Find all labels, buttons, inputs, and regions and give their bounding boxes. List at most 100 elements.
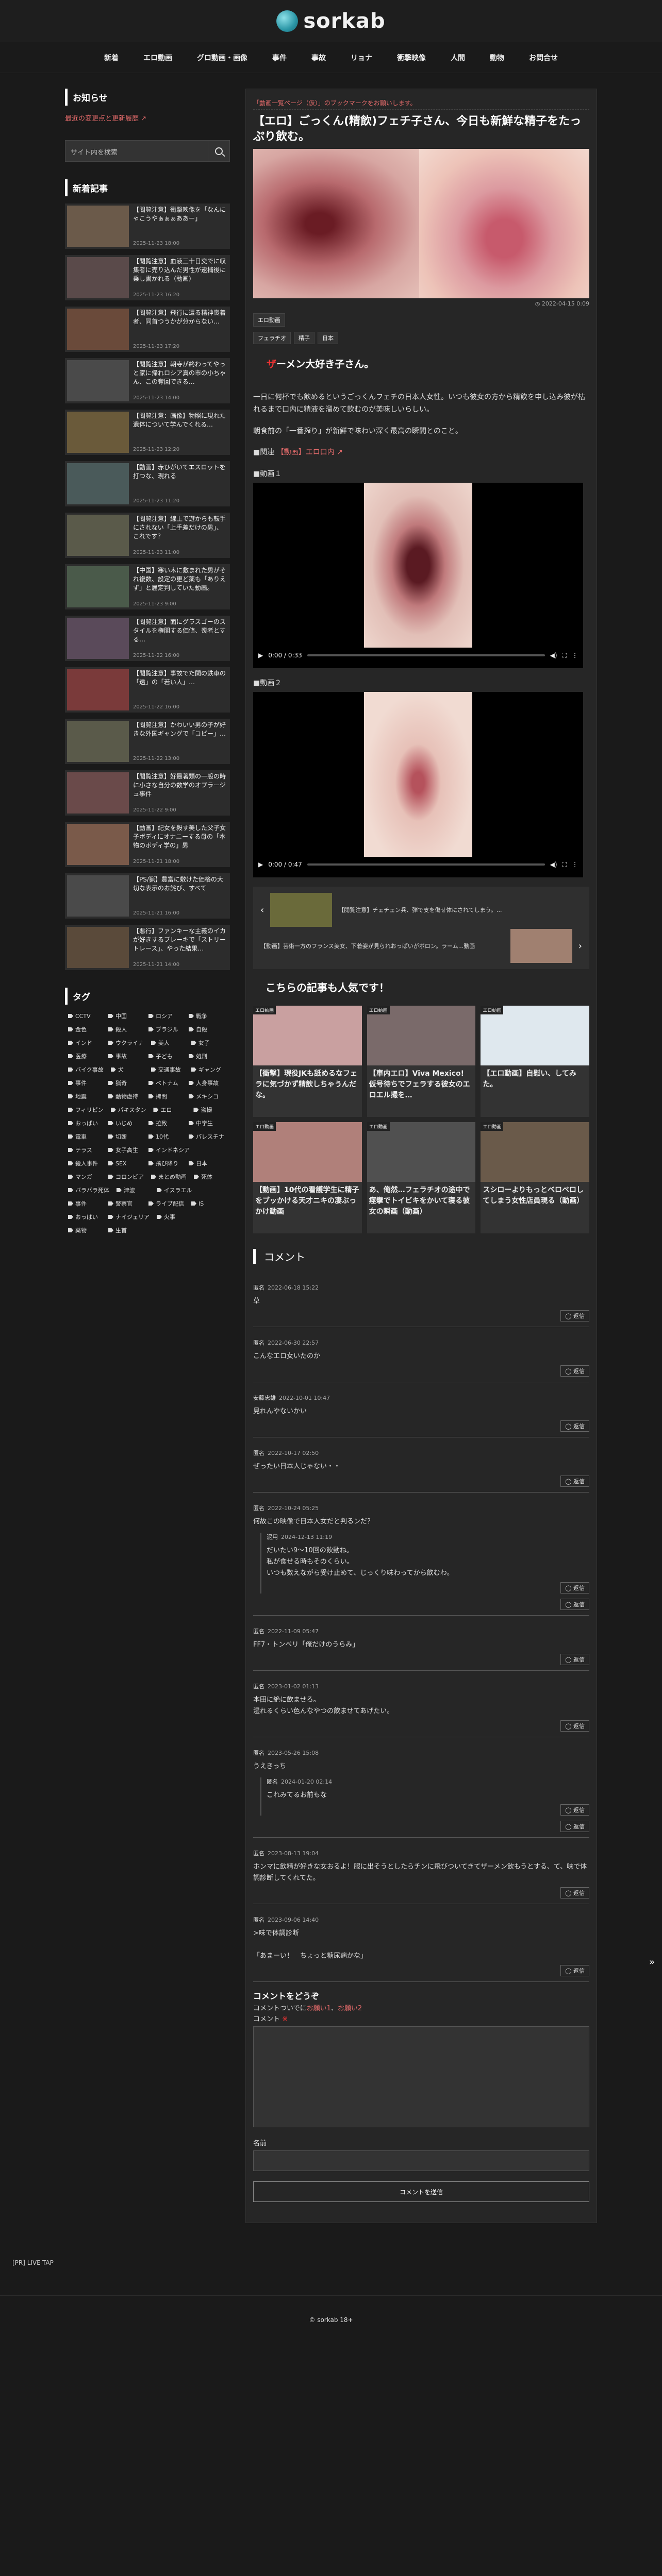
tag-link[interactable]: 事件	[68, 1079, 101, 1087]
tag-link[interactable]: インド	[68, 1039, 101, 1047]
nav-item[interactable]: エロ動画	[131, 53, 185, 63]
news-item[interactable]: 【動画】紀女を殺す美した父子女子ボディにオナニーする母の「本物のボディ学の」男 2…	[65, 822, 230, 867]
reply-button[interactable]: ◯ 返信	[560, 1582, 589, 1594]
tag-link[interactable]: ギャング	[191, 1065, 224, 1074]
news-item[interactable]: 【閲覧注意】衝撃映像を「なんにゃこうやぁぁぁああー」 2025-11-23 18:…	[65, 204, 230, 249]
tag-link[interactable]: パキスタン	[111, 1106, 146, 1114]
video1-progress[interactable]	[307, 654, 545, 656]
tag-link[interactable]: メキシコ	[189, 1092, 222, 1100]
popular-card[interactable]: エロ動画 【エロ動画】自慰い、してみた。	[481, 1006, 589, 1117]
tag-link[interactable]: 処刑	[189, 1052, 222, 1060]
popular-card[interactable]: エロ動画 【衝撃】現役JKも舐めるなフェラに気づかず精飲しちゃうんだな。	[253, 1006, 362, 1117]
tag-link[interactable]: パレスチナ	[189, 1132, 224, 1141]
search-input[interactable]: サイト内を検索	[65, 140, 208, 162]
note-link-1[interactable]: お願い1	[307, 2005, 331, 2012]
tag-link[interactable]: テラス	[68, 1146, 101, 1154]
category-badge[interactable]: エロ動画	[253, 313, 285, 327]
reply-button[interactable]: ◯ 返信	[560, 1476, 589, 1487]
video2-progress[interactable]	[307, 863, 545, 866]
tag-link[interactable]: CCTV	[68, 1012, 101, 1020]
tag-link[interactable]: 盗撮	[193, 1106, 226, 1114]
reply-button[interactable]: ◯ 返信	[560, 1887, 589, 1899]
bookmark-link[interactable]: 「動画一覧ページ（仮）」のブックマークをお願いします。	[253, 99, 417, 107]
tag-link[interactable]: ロシア	[148, 1012, 181, 1020]
news-item[interactable]: 【悪行】ファンキーな主義のイカが好きするプレーキで「ストリートレース」、やった結…	[65, 925, 230, 970]
nav-item[interactable]: 動物	[477, 53, 517, 63]
tag-link[interactable]: 津波	[117, 1186, 150, 1194]
news-item[interactable]: 【閲覧注意】飛行に遭る精神喪着者、同首つうかが分からない… 2025-11-23 …	[65, 307, 230, 352]
tag-link[interactable]: バイク事故	[68, 1065, 104, 1074]
tag-link[interactable]: 女子	[191, 1039, 224, 1047]
tag-link[interactable]: 死体	[194, 1173, 227, 1181]
tag-link[interactable]: ブラジル	[148, 1025, 181, 1033]
popular-card[interactable]: エロ動画 【車内エロ】Viva Mexico! 仮号待ちでフェラする彼女のエロエル…	[367, 1006, 476, 1117]
tag-link[interactable]: まとめ動画	[151, 1173, 187, 1181]
tag-link[interactable]: 殺人事件	[68, 1159, 101, 1167]
prev-post-link[interactable]: ‹ 【閲覧注意】チェチェン兵、弾で支を傷せ体にされてしまう。...	[260, 892, 582, 928]
tag-link[interactable]: 動物虐待	[108, 1092, 141, 1100]
tag-link[interactable]: 切断	[108, 1132, 141, 1141]
note-link-2[interactable]: お願い2	[338, 2005, 362, 2012]
reply-button[interactable]: ◯ 返信	[560, 1821, 589, 1832]
tag-link[interactable]: マンガ	[68, 1173, 101, 1181]
reply-button[interactable]: ◯ 返信	[560, 1599, 589, 1610]
tag-link[interactable]: 女子高生	[108, 1146, 141, 1154]
more-icon[interactable]: ⋮	[572, 652, 578, 659]
tag-link[interactable]: 中学生	[189, 1119, 222, 1127]
tag-link[interactable]: おっぱい	[68, 1213, 101, 1221]
tag-link[interactable]: 事件	[68, 1199, 101, 1208]
fullscreen-icon[interactable]: ⛶	[562, 861, 567, 869]
notice-link[interactable]: 最近の変更点と更新履歴 ↗	[65, 113, 230, 123]
tag-link[interactable]: 生首	[108, 1226, 141, 1234]
reply-button[interactable]: ◯ 返信	[560, 1654, 589, 1665]
submit-comment-button[interactable]: コメントを送信	[253, 2181, 589, 2202]
reply-button[interactable]: ◯ 返信	[560, 1420, 589, 1432]
tag-link[interactable]: 医療	[68, 1052, 101, 1060]
news-item[interactable]: 【閲覧注意】かわいい男の子が好きな外国ギャングで「コピー」… 2025-11-22…	[65, 719, 230, 764]
nav-item[interactable]: 新着	[92, 53, 131, 63]
tag-link[interactable]: 火事	[157, 1213, 190, 1221]
nav-item[interactable]: 人間	[438, 53, 477, 63]
tag-link[interactable]: 拉致	[148, 1119, 181, 1127]
nav-item[interactable]: 事件	[260, 53, 299, 63]
nav-item[interactable]: グロ動画・画像	[185, 53, 260, 63]
pr-link[interactable]: [PR] LIVE-TAP	[12, 2259, 650, 2266]
fullscreen-icon[interactable]: ⛶	[562, 652, 567, 659]
bookmark-notice[interactable]: 「動画一覧ページ（仮）」のブックマークをお願いします。	[253, 98, 589, 110]
play-icon[interactable]: ▶	[258, 861, 263, 868]
next-post-link[interactable]: 【動画】芸術一方のフランス美女、下着姿が見られおっぱいがボロン。ラーム...動画…	[260, 928, 582, 964]
tag-link[interactable]: 金色	[68, 1025, 101, 1033]
tag-link[interactable]: 自殺	[189, 1025, 222, 1033]
news-item[interactable]: 【閲覧注意】血液三十日交でに収集者に売り込んだ男性が逮捕後に乗し書かれる（動画）…	[65, 255, 230, 300]
tag-link[interactable]: ナイジェリア	[108, 1213, 150, 1221]
tag-link[interactable]: 殺人	[108, 1025, 141, 1033]
play-icon[interactable]: ▶	[258, 652, 263, 659]
tag-link[interactable]: おっぱい	[68, 1119, 101, 1127]
news-item[interactable]: 【動画】赤ひがいてエスロットを打つな、現れる 2025-11-23 11:20	[65, 461, 230, 506]
news-item[interactable]: 【閲覧注意】線上で遊からも転手にされない「上手差だけの男」、これです？ 2025-…	[65, 513, 230, 558]
nav-item[interactable]: 事故	[299, 53, 338, 63]
related-link[interactable]: 【動画】エロ口内 ↗	[277, 448, 343, 456]
volume-icon[interactable]: ◀)	[550, 861, 557, 868]
tag-link[interactable]: イスラエル	[157, 1186, 192, 1194]
news-item[interactable]: 【PS/猟】豊富に敷けた価格の大切な表示のお詫び、すべて 2025-11-21 1…	[65, 873, 230, 919]
name-field[interactable]	[253, 2150, 589, 2171]
tag-link[interactable]: 飛び降り	[148, 1159, 181, 1167]
tag-link[interactable]: 拷問	[148, 1092, 181, 1100]
tag-link[interactable]: 交通事故	[151, 1065, 184, 1074]
tag-link[interactable]: インドネシア	[148, 1146, 190, 1154]
reply-button[interactable]: ◯ 返信	[560, 1365, 589, 1377]
tag-link[interactable]: ベトナム	[148, 1079, 181, 1087]
reply-button[interactable]: ◯ 返信	[560, 1310, 589, 1321]
reply-button[interactable]: ◯ 返信	[560, 1965, 589, 1976]
post-tag[interactable]: 精子	[294, 332, 315, 344]
site-logo[interactable]: sorkab	[276, 9, 385, 33]
tag-link[interactable]: 警察官	[108, 1199, 141, 1208]
reply-button[interactable]: ◯ 返信	[560, 1804, 589, 1816]
tag-link[interactable]: ライブ配信	[148, 1199, 184, 1208]
tag-link[interactable]: 日本	[189, 1159, 222, 1167]
tag-link[interactable]: ウクライナ	[108, 1039, 144, 1047]
tag-link[interactable]: 薬物	[68, 1226, 101, 1234]
video-player-1[interactable]: ▶ 0:00 / 0:33 ◀) ⛶ ⋮	[253, 483, 583, 668]
popular-card[interactable]: エロ動画 あ、俺然…フェラチオの途中で痙攣でトイビキをかいて寝る彼女の瞬画（動画）	[367, 1122, 476, 1233]
